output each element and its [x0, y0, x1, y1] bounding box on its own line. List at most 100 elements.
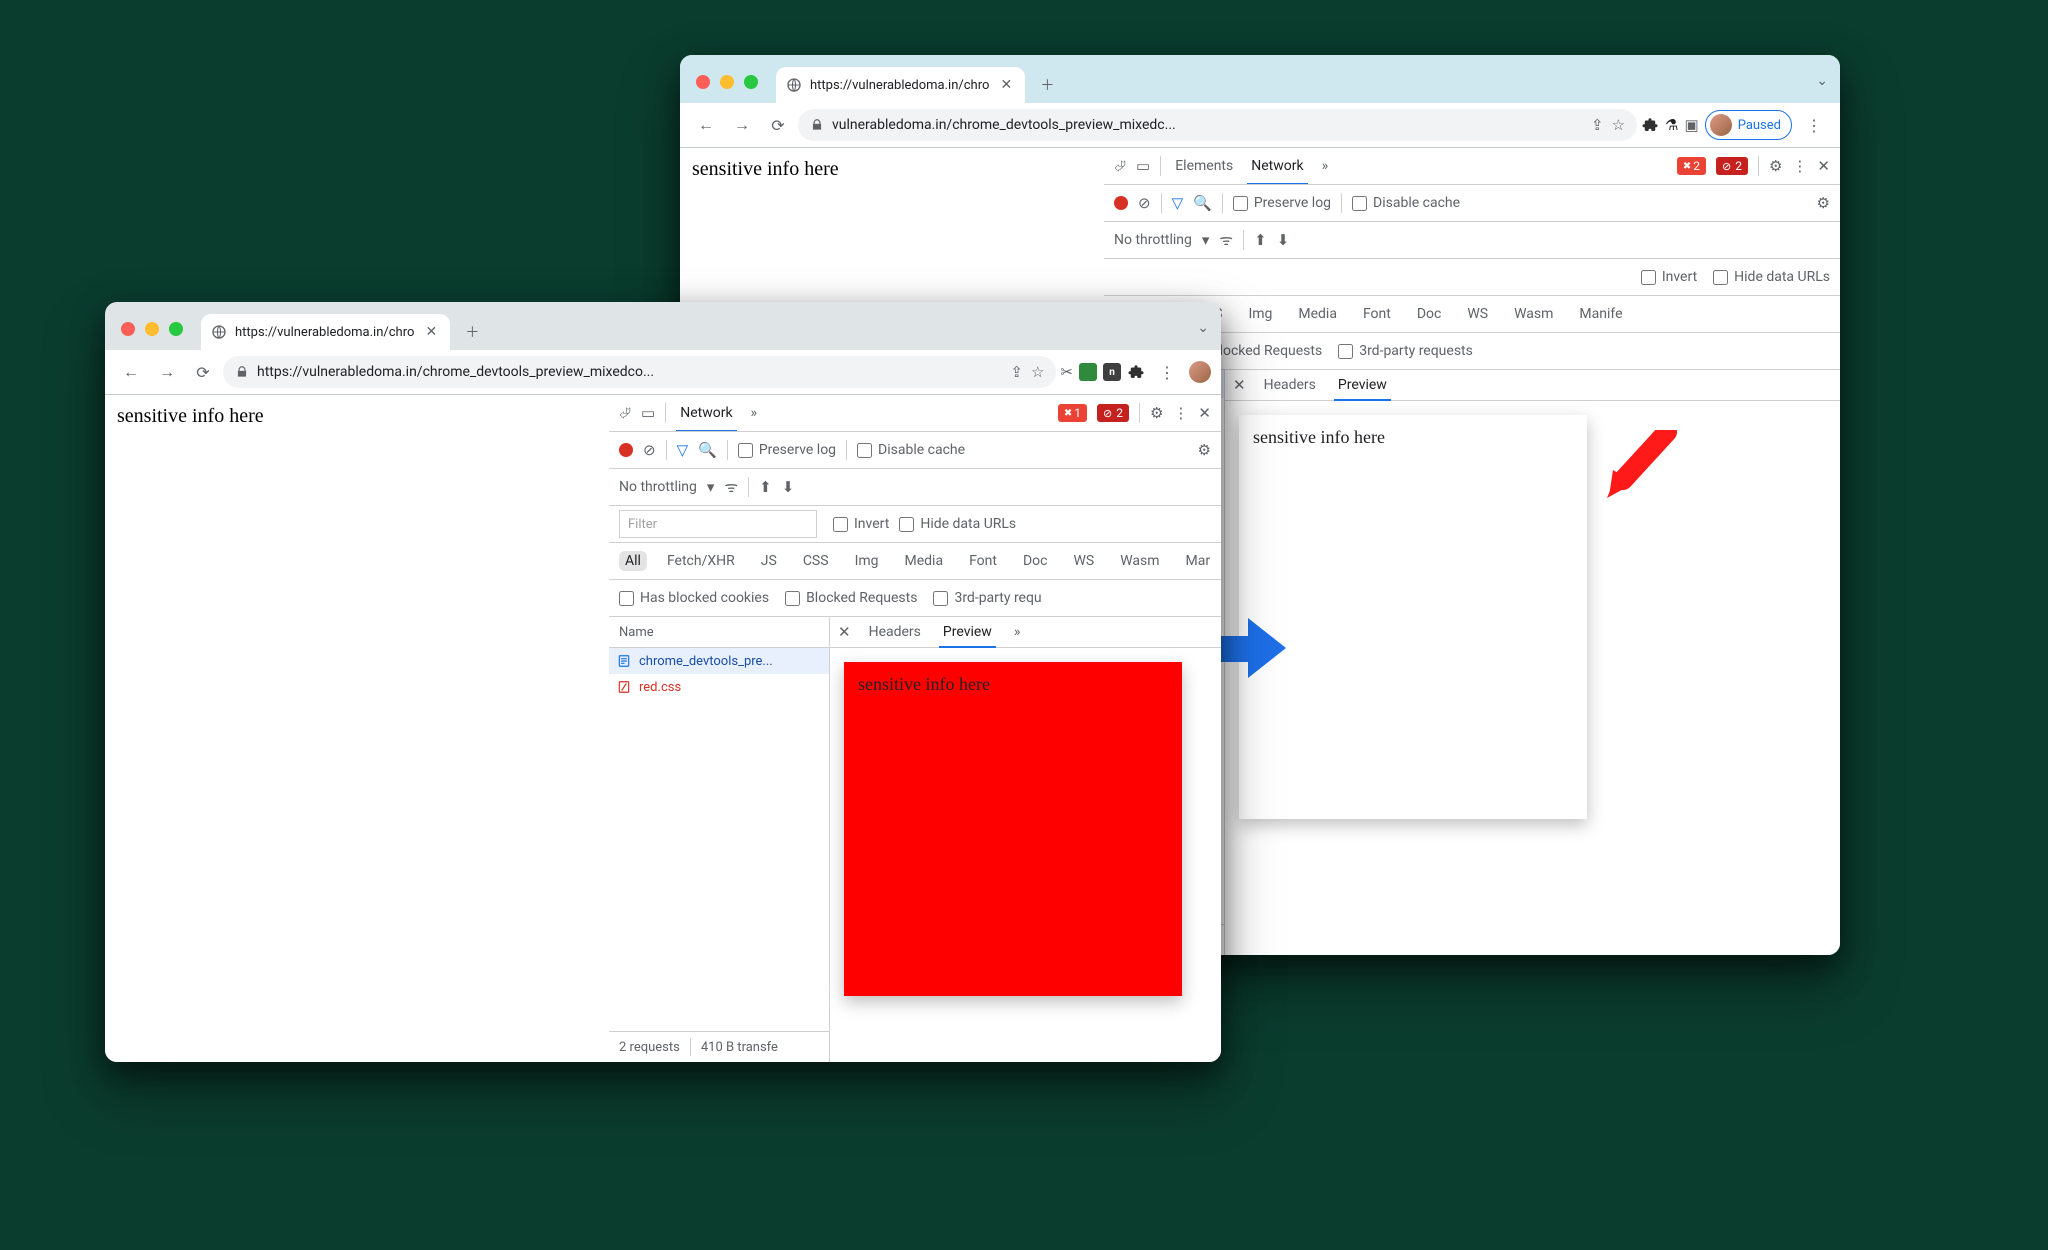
- preserve-log-checkbox[interactable]: Preserve log: [738, 442, 836, 458]
- upload-icon[interactable]: ⬆: [1254, 231, 1267, 249]
- bookmark-icon[interactable]: ☆: [1612, 116, 1625, 134]
- close-window-icon[interactable]: [696, 75, 710, 89]
- request-row[interactable]: chrome_devtools_pre...: [609, 648, 829, 674]
- gear-icon[interactable]: ⚙: [1150, 404, 1163, 422]
- avatar-icon[interactable]: [1189, 361, 1211, 383]
- new-tab-button[interactable]: ＋: [458, 318, 486, 346]
- tab-elements[interactable]: Elements: [1171, 148, 1237, 184]
- kebab-icon[interactable]: ⋮: [1173, 404, 1188, 422]
- browser-tab[interactable]: https://vulnerabledoma.in/chro ✕: [201, 314, 450, 350]
- third-party-checkbox[interactable]: 3rd-party requ: [933, 590, 1041, 606]
- close-tab-icon[interactable]: ✕: [422, 324, 440, 340]
- search-icon[interactable]: 🔍: [1193, 194, 1212, 212]
- upload-icon[interactable]: ⬆: [759, 478, 772, 496]
- column-header-name[interactable]: Name: [609, 617, 829, 648]
- forward-button[interactable]: →: [726, 109, 758, 141]
- type-filter[interactable]: Img: [1242, 304, 1278, 324]
- type-filter[interactable]: Doc: [1017, 551, 1054, 571]
- close-tab-icon[interactable]: ✕: [997, 77, 1015, 93]
- gear-icon[interactable]: ⚙: [1198, 441, 1211, 459]
- tabs-menu-icon[interactable]: ⌄: [1816, 73, 1828, 89]
- filter-input[interactable]: Filter: [619, 510, 817, 538]
- tabs-overflow-icon[interactable]: »: [1010, 617, 1025, 647]
- disable-cache-checkbox[interactable]: Disable cache: [857, 442, 965, 458]
- kebab-icon[interactable]: ⋮: [1792, 157, 1807, 175]
- gear-icon[interactable]: ⚙: [1769, 157, 1782, 175]
- address-bar[interactable]: vulnerabledoma.in/chrome_devtools_previe…: [798, 109, 1637, 141]
- throttle-select[interactable]: No throttling: [1114, 232, 1192, 248]
- request-row[interactable]: red.css: [609, 674, 829, 700]
- type-filter[interactable]: All: [619, 551, 647, 571]
- chevron-down-icon[interactable]: ▾: [1202, 231, 1210, 249]
- back-button[interactable]: ←: [690, 109, 722, 141]
- filter-icon[interactable]: ▽: [1172, 194, 1184, 212]
- browser-tab[interactable]: https://vulnerabledoma.in/chro ✕: [776, 67, 1025, 103]
- maximize-window-icon[interactable]: [744, 75, 758, 89]
- tab-network[interactable]: Network: [676, 395, 736, 431]
- has-blocked-cookies-checkbox[interactable]: Has blocked cookies: [619, 590, 769, 606]
- chrome-menu-icon[interactable]: ⋮: [1798, 109, 1830, 141]
- error-badge[interactable]: 2: [1677, 157, 1706, 175]
- preserve-log-checkbox[interactable]: Preserve log: [1233, 195, 1331, 211]
- type-filter[interactable]: WS: [1461, 304, 1494, 324]
- disable-cache-checkbox[interactable]: Disable cache: [1352, 195, 1460, 211]
- extension-icon[interactable]: [1079, 363, 1097, 381]
- type-filter[interactable]: Wasm: [1114, 551, 1165, 571]
- type-filter[interactable]: Media: [1292, 304, 1343, 324]
- type-filter[interactable]: Mar: [1180, 551, 1217, 571]
- device-icon[interactable]: ▭: [641, 404, 655, 422]
- maximize-window-icon[interactable]: [169, 322, 183, 336]
- invert-checkbox[interactable]: Invert: [1641, 269, 1697, 285]
- type-filter[interactable]: WS: [1067, 551, 1100, 571]
- third-party-checkbox[interactable]: 3rd-party requests: [1338, 343, 1473, 359]
- record-icon[interactable]: [1114, 196, 1128, 210]
- back-button[interactable]: ←: [115, 356, 147, 388]
- close-window-icon[interactable]: [121, 322, 135, 336]
- close-icon[interactable]: ✕: [1198, 404, 1211, 422]
- search-icon[interactable]: 🔍: [698, 441, 717, 459]
- wifi-icon[interactable]: ᯤ: [1219, 230, 1233, 250]
- panel-icon[interactable]: ▣: [1685, 116, 1699, 134]
- tab-preview[interactable]: Preview: [939, 617, 996, 647]
- inspect-icon[interactable]: ⮰: [619, 404, 631, 422]
- close-icon[interactable]: ✕: [1233, 376, 1246, 394]
- tab-headers[interactable]: Headers: [1260, 370, 1320, 400]
- tabs-overflow-icon[interactable]: »: [1318, 148, 1333, 184]
- type-filter[interactable]: Wasm: [1508, 304, 1559, 324]
- error-badge[interactable]: 1: [1058, 404, 1087, 422]
- download-icon[interactable]: ⬇: [782, 478, 795, 496]
- gear-icon[interactable]: ⚙: [1817, 194, 1830, 212]
- forward-button[interactable]: →: [151, 356, 183, 388]
- address-bar[interactable]: https://vulnerabledoma.in/chrome_devtool…: [223, 356, 1056, 388]
- device-icon[interactable]: ▭: [1136, 157, 1150, 175]
- minimize-window-icon[interactable]: [720, 75, 734, 89]
- share-icon[interactable]: ⇪: [1591, 116, 1604, 134]
- close-icon[interactable]: ✕: [1817, 157, 1830, 175]
- tab-headers[interactable]: Headers: [865, 617, 925, 647]
- close-icon[interactable]: ✕: [838, 623, 851, 641]
- record-icon[interactable]: [619, 443, 633, 457]
- type-filter[interactable]: Fetch/XHR: [661, 551, 741, 571]
- wifi-icon[interactable]: ᯤ: [724, 477, 738, 497]
- type-filter[interactable]: JS: [755, 551, 783, 571]
- type-filter[interactable]: CSS: [797, 551, 835, 571]
- issues-badge[interactable]: 2: [1097, 404, 1129, 422]
- extensions-icon[interactable]: [1127, 363, 1145, 381]
- type-filter[interactable]: Manife: [1573, 304, 1628, 324]
- blocked-requests-checkbox[interactable]: Blocked Requests: [785, 590, 917, 606]
- new-tab-button[interactable]: ＋: [1033, 71, 1061, 99]
- type-filter[interactable]: Font: [963, 551, 1003, 571]
- inspect-icon[interactable]: ⮰: [1114, 157, 1126, 175]
- throttle-select[interactable]: No throttling: [619, 479, 697, 495]
- reload-button[interactable]: ⟳: [187, 356, 219, 388]
- tabs-overflow-icon[interactable]: »: [747, 395, 762, 431]
- extension-icon[interactable]: n: [1103, 363, 1121, 381]
- reload-button[interactable]: ⟳: [762, 109, 794, 141]
- tabs-menu-icon[interactable]: ⌄: [1197, 320, 1209, 336]
- share-icon[interactable]: ⇪: [1010, 363, 1023, 381]
- download-icon[interactable]: ⬇: [1277, 231, 1290, 249]
- issues-badge[interactable]: 2: [1716, 157, 1748, 175]
- hide-data-urls-checkbox[interactable]: Hide data URLs: [1713, 269, 1830, 285]
- scissors-icon[interactable]: ✂: [1060, 363, 1073, 381]
- chrome-menu-icon[interactable]: ⋮: [1151, 356, 1183, 388]
